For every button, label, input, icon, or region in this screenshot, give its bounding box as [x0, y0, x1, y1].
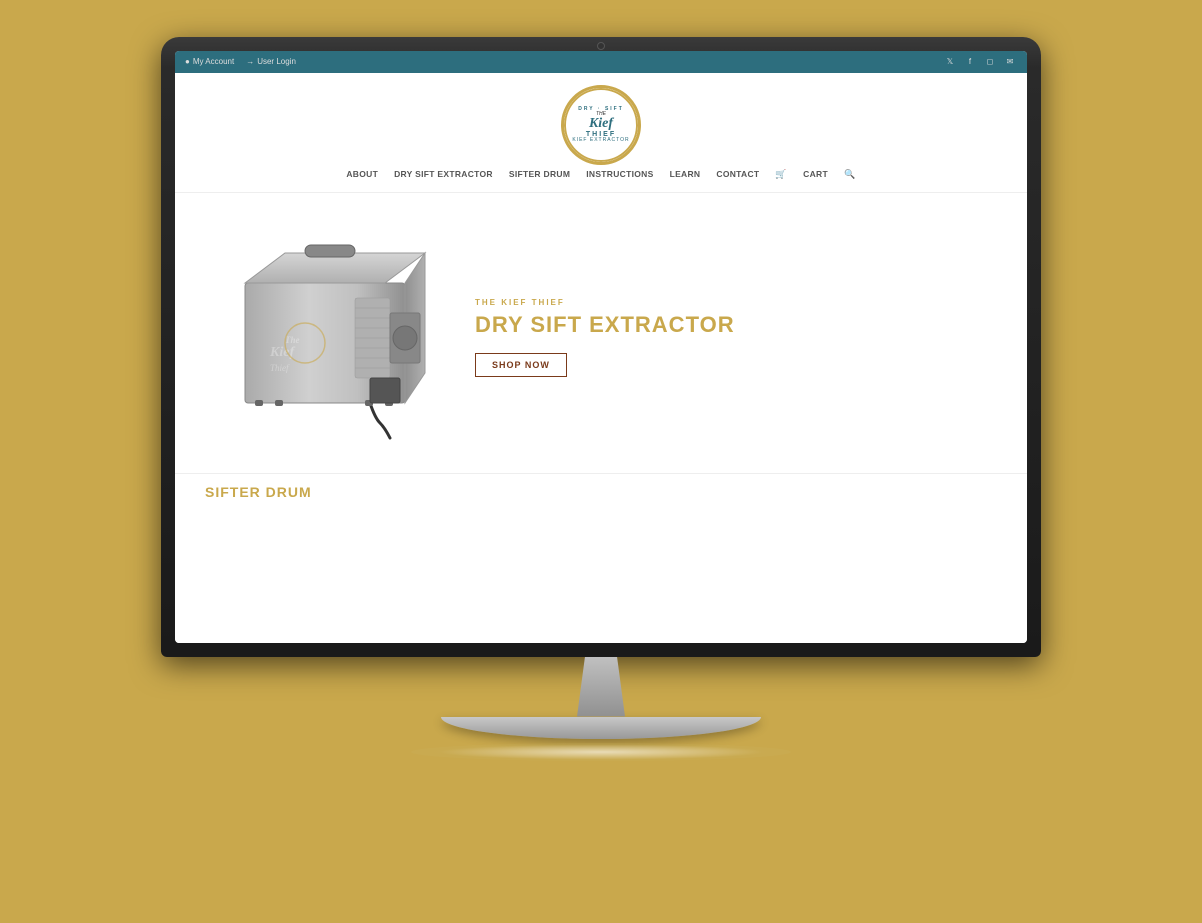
nav-learn[interactable]: LEARN [670, 169, 701, 179]
cart-icon[interactable]: 🛒 [775, 169, 787, 180]
twitter-icon[interactable]: 𝕏 [943, 55, 957, 69]
top-bar-left: ● My Account → User Login [185, 57, 296, 66]
social-links: 𝕏 f ◻ ✉ [943, 55, 1017, 69]
hero-brand: THE KIEF THIEF [475, 298, 997, 307]
svg-text:The: The [285, 335, 300, 345]
facebook-icon[interactable]: f [963, 55, 977, 69]
monitor-stand-base [441, 717, 761, 739]
product-image: The Kief Thief [215, 223, 435, 443]
nav-dry-sift-extractor[interactable]: DRY SIFT EXTRACTOR [394, 169, 493, 179]
site-logo[interactable]: DRY · SIFT THE Kief THIEF KIEF EXTRACTOR [561, 85, 641, 165]
product-image-area: The Kief Thief [205, 223, 445, 443]
my-account-link[interactable]: ● My Account [185, 57, 234, 66]
website: ● My Account → User Login 𝕏 f ◻ ✉ [175, 51, 1027, 643]
hero-title: DRY SIFT EXTRACTOR [475, 313, 997, 337]
email-icon[interactable]: ✉ [1003, 55, 1017, 69]
site-main: The Kief Thief [175, 193, 1027, 643]
login-icon: → [246, 57, 254, 66]
search-icon[interactable]: 🔍 [844, 169, 856, 180]
user-login-link[interactable]: → User Login [246, 57, 296, 66]
nav-instructions[interactable]: INSTRUCTIONS [586, 169, 653, 179]
sifter-drum-title: SIFTER DRUM [205, 484, 997, 500]
monitor-screen: ● My Account → User Login 𝕏 f ◻ ✉ [175, 51, 1027, 643]
camera-dot [597, 42, 605, 50]
shop-now-button[interactable]: SHOP NOW [475, 353, 567, 377]
user-icon: ● [185, 57, 190, 66]
my-account-label: My Account [193, 57, 234, 66]
monitor-wrapper: ● My Account → User Login 𝕏 f ◻ ✉ [151, 37, 1051, 887]
top-bar: ● My Account → User Login 𝕏 f ◻ ✉ [175, 51, 1027, 73]
site-header: DRY · SIFT THE Kief THIEF KIEF EXTRACTOR… [175, 73, 1027, 193]
nav-about[interactable]: ABOUT [346, 169, 378, 179]
nav-contact[interactable]: CONTACT [716, 169, 759, 179]
user-login-label: User Login [257, 57, 296, 66]
hero-section: The Kief Thief [175, 193, 1027, 473]
monitor-stand-neck [561, 657, 641, 717]
logo-ring [564, 88, 638, 162]
monitor-stand-shadow [411, 743, 791, 761]
site-nav: ABOUT DRY SIFT EXTRACTOR SIFTER DRUM INS… [346, 165, 855, 184]
instagram-icon[interactable]: ◻ [983, 55, 997, 69]
hero-text: THE KIEF THIEF DRY SIFT EXTRACTOR SHOP N… [445, 288, 997, 377]
monitor-body: ● My Account → User Login 𝕏 f ◻ ✉ [161, 37, 1041, 657]
bottom-teaser: SIFTER DRUM [175, 473, 1027, 510]
nav-sifter-drum[interactable]: SIFTER DRUM [509, 169, 570, 179]
svg-text:Thief: Thief [270, 363, 290, 373]
nav-cart[interactable]: CART [803, 169, 828, 179]
